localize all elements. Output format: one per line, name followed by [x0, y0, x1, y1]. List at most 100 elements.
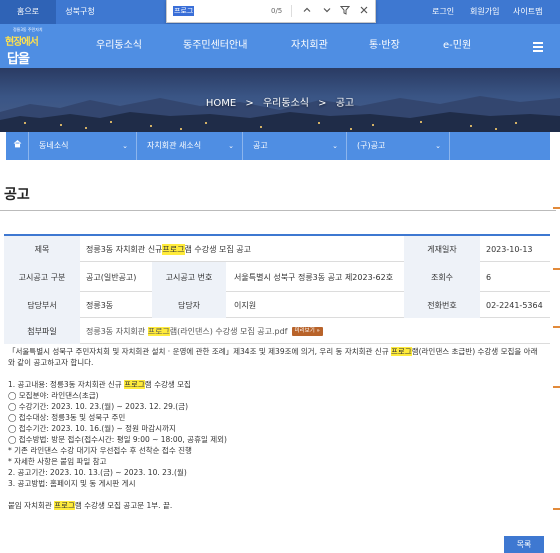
- gnb-news[interactable]: 우리동소식: [96, 24, 142, 68]
- attachment-row: 정릉3동 자치회관 프로그램(라인댄스) 수강생 모집 공고.pdf 미리보기 …: [80, 318, 550, 344]
- body-paragraph: 3. 공고방법: 홈페이지 및 동 게시판 게시: [8, 479, 136, 488]
- scrollbar-match-marker: [553, 508, 560, 510]
- notice-title: 정릉3동 자치회관 신규 프로그 램 수강생 모집 공고: [80, 236, 404, 262]
- department: 정릉3동: [86, 300, 114, 310]
- subnav-dropdown-3[interactable]: 공고 ⌄: [242, 132, 346, 160]
- preview-button[interactable]: 미리보기 »: [291, 326, 323, 336]
- close-icon[interactable]: [358, 5, 370, 17]
- date-label: 게재일자: [404, 236, 480, 262]
- home-icon[interactable]: [6, 132, 28, 160]
- body-paragraph: 2. 공고기간: 2023. 10. 13.(금) ~ 2023. 10. 23…: [8, 468, 187, 477]
- district-link[interactable]: 성북구청: [56, 0, 104, 24]
- views-label: 조회수: [404, 262, 480, 292]
- subnav-label-1: 동네소식: [39, 141, 69, 150]
- chevron-down-icon: ⌄: [435, 142, 441, 150]
- body-paragraph: ◯ 모집분야: 라인댄스(초급): [8, 391, 99, 400]
- body-end-post: 램 수강생 모집 공고문 1부. 끝.: [74, 501, 173, 510]
- menu-icon[interactable]: [533, 42, 543, 54]
- notice-number: 서울특별시 성북구 정릉3동 공고 제2023-62호: [234, 272, 394, 282]
- body-line-1-post: 램 수강생 모집: [144, 380, 191, 389]
- title-label: 제목: [4, 236, 80, 262]
- phone-number: 02-2241-5364: [486, 300, 543, 310]
- body-blank-line: [8, 489, 548, 500]
- breadcrumb-news[interactable]: 우리동소식: [263, 98, 309, 109]
- site-logo[interactable]: 정릉3동 주민자치 현장에서 답을: [4, 26, 44, 67]
- body-paragraph: 1. 공고내용: 정릉3동 자치회관 신규 프로그램 수강생 모집: [8, 379, 548, 390]
- body-line-1-pre: 1. 공고내용: 정릉3동 자치회관 신규: [8, 380, 125, 389]
- breadcrumb-separator: >: [318, 98, 327, 109]
- notice-title-post: 램 수강생 모집 공고: [184, 244, 252, 254]
- chevron-down-icon: ⌄: [332, 142, 338, 150]
- gnb-e-civil[interactable]: e-민원: [443, 24, 471, 68]
- table-row: 첨부파일 정릉3동 자치회관 프로그램(라인댄스) 수강생 모집 공고.pdf …: [4, 318, 550, 344]
- search-highlight: 프로그: [147, 326, 170, 336]
- subnav-label-3: 공고: [253, 141, 268, 150]
- notice-title-pre: 정릉3동 자치회관 신규: [86, 244, 163, 254]
- hero-banner: HOME > 우리동소식 > 공고: [0, 68, 560, 132]
- list-button[interactable]: 목록: [504, 536, 544, 553]
- sitemap-link[interactable]: 사이트맵: [513, 0, 542, 24]
- gnb-autonomy-hall[interactable]: 자치회관: [291, 24, 328, 68]
- filter-icon[interactable]: [339, 5, 351, 17]
- login-link[interactable]: 로그인: [432, 0, 454, 24]
- post-date: 2023-10-13: [486, 244, 533, 254]
- dept-label: 담당부서: [4, 292, 80, 318]
- notice-body: 「서울특별시 성북구 주민자치회 및 자치회관 설치 · 운영에 관한 조례」제…: [8, 346, 548, 511]
- body-paragraph: * 기존 라인댄스 수강 대기자 우선접수 후 선착순 접수 진행: [8, 446, 192, 455]
- subnav-dropdown-2[interactable]: 자치회관 새소식 ⌄: [136, 132, 242, 160]
- body-paragraph: ◯ 접수대상: 정릉3동 및 성북구 주민: [8, 413, 126, 422]
- attachment-name-post: 램(라인댄스) 수강생 모집 공고.pdf: [169, 326, 288, 336]
- view-count: 6: [486, 272, 492, 282]
- search-highlight: 프로그: [162, 243, 185, 255]
- scrollbar-match-marker: [553, 386, 560, 388]
- breadcrumb-current: 공고: [335, 98, 355, 109]
- title-divider: [0, 210, 556, 211]
- preview-button-label: 미리보기: [294, 327, 315, 334]
- scrollbar-match-marker: [553, 207, 560, 209]
- subnav-label-2: 자치회관 새소식: [147, 141, 202, 150]
- attachment-name-pre: 정릉3동 자치회관: [86, 326, 148, 336]
- logo-line-2: 답을: [7, 52, 30, 67]
- home-link[interactable]: 홈으로: [0, 0, 56, 24]
- find-match-count: 0/5: [271, 7, 283, 15]
- attachment-link[interactable]: 정릉3동 자치회관 프로그램(라인댄스) 수강생 모집 공고.pdf: [86, 326, 288, 337]
- scrollbar-match-marker: [553, 326, 560, 328]
- body-paragraph: ◯ 수강기간: 2023. 10. 23.(월) ~ 2023. 12. 29.…: [8, 402, 189, 411]
- find-input[interactable]: 프로그: [173, 6, 195, 16]
- find-separator: [291, 5, 292, 17]
- type-label: 고시공고 구분: [4, 262, 80, 292]
- gnb-center-info[interactable]: 동주민센터안내: [183, 24, 247, 68]
- sub-navigation: 동네소식 ⌄ 자치회관 새소식 ⌄ 공고 ⌄ (구)공고 ⌄: [6, 132, 550, 160]
- logo-line-1: 현장에서: [5, 37, 39, 48]
- chevron-down-icon[interactable]: [321, 5, 333, 17]
- body-blank-line: [8, 368, 548, 379]
- join-link[interactable]: 회원가입: [470, 0, 499, 24]
- person-in-charge: 이지원: [234, 300, 257, 310]
- breadcrumb-separator: >: [245, 98, 254, 109]
- attach-label: 첨부파일: [4, 318, 80, 344]
- page-title: 공고: [4, 187, 30, 203]
- subnav-label-4: (구)공고: [357, 141, 386, 150]
- body-end-pre: 붙임 자치회관: [8, 501, 55, 510]
- breadcrumb-home[interactable]: HOME: [206, 98, 236, 109]
- scrollbar-match-marker: [553, 268, 560, 270]
- search-highlight: 프로그: [390, 347, 412, 356]
- search-highlight: 프로그: [54, 501, 75, 510]
- table-row: 담당부서 정릉3동 담당자 이지원 전화번호 02-2241-5364: [4, 292, 550, 318]
- notice-type: 공고(일반공고): [86, 272, 137, 282]
- chevron-down-icon: ⌄: [122, 142, 128, 150]
- body-paragraph: 붙임 자치회관 프로그램 수강생 모집 공고문 1부. 끝.: [8, 500, 548, 511]
- body-paragraph: * 자세한 사항은 붙임 파일 참고: [8, 457, 107, 466]
- search-highlight: 프로그: [124, 380, 145, 389]
- body-intro-post: 램(라인댄스 초급반) 수강생 모집을 아래: [411, 347, 538, 356]
- table-row: 제목 정릉3동 자치회관 신규 프로그 램 수강생 모집 공고 게재일자 202…: [4, 236, 550, 262]
- chevron-up-icon[interactable]: [301, 5, 313, 17]
- main-header: 정릉3동 주민자치 현장에서 답을 우리동소식 동주민센터안내 자치회관 통·반…: [0, 24, 560, 68]
- person-label: 담당자: [152, 292, 226, 318]
- gnb-tong-ban[interactable]: 통·반장: [369, 24, 400, 68]
- notice-info-table: 제목 정릉3동 자치회관 신규 프로그 램 수강생 모집 공고 게재일자 202…: [4, 234, 550, 344]
- subnav-dropdown-4[interactable]: (구)공고 ⌄: [346, 132, 450, 160]
- find-in-page-bar: 프로그 0/5: [166, 0, 376, 23]
- number-label: 고시공고 번호: [152, 262, 226, 292]
- subnav-dropdown-1[interactable]: 동네소식 ⌄: [28, 132, 136, 160]
